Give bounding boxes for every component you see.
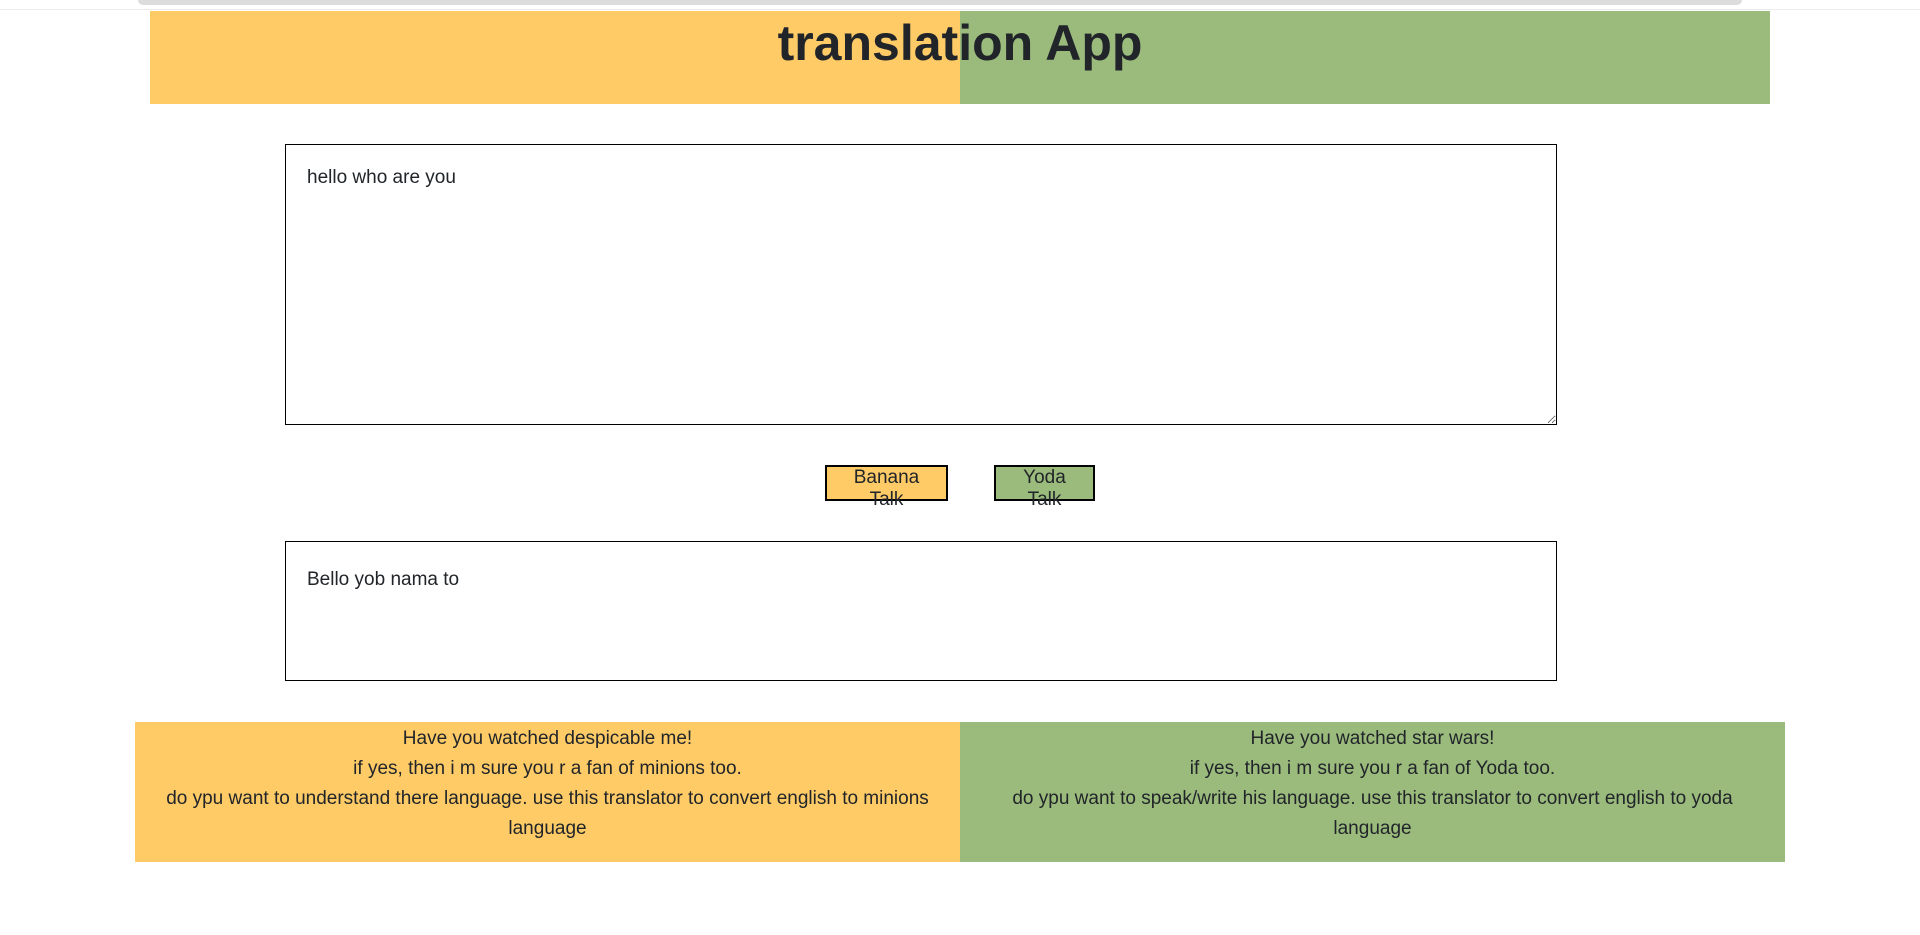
footer-banana-line-3: do ypu want to understand there language… (166, 788, 929, 839)
output-box: Bello yob nama to (285, 541, 1557, 681)
footer-yoda-line-3: do ypu want to speak/write his language.… (1012, 788, 1733, 839)
footer-yoda-line-1: Have you watched star wars! (1250, 728, 1495, 749)
footer-yoda-panel: Have you watched star wars! if yes, then… (960, 722, 1785, 862)
app-header: translation App (150, 11, 1770, 104)
browser-scrollbar[interactable] (138, 0, 1742, 5)
footer-banana-line-2: if yes, then i m sure you r a fan of min… (353, 758, 742, 779)
top-divider (0, 9, 1920, 10)
input-textarea[interactable]: hello who are you (285, 144, 1557, 425)
button-row: Banana Talk Yoda Talk (0, 465, 1920, 510)
banana-talk-button[interactable]: Banana Talk (825, 465, 948, 510)
footer-banana-line-1: Have you watched despicable me! (402, 728, 693, 749)
info-footer: Have you watched despicable me! if yes, … (135, 722, 1785, 862)
page-title: translation App (777, 15, 1143, 71)
yoda-talk-button[interactable]: Yoda Talk (994, 465, 1095, 510)
footer-yoda-line-2: if yes, then i m sure you r a fan of Yod… (1189, 758, 1556, 779)
footer-banana-panel: Have you watched despicable me! if yes, … (135, 722, 960, 862)
